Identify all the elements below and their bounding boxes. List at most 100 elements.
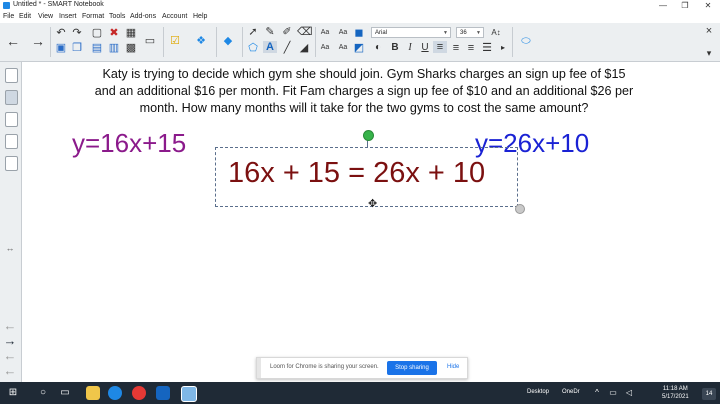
menu-add-ons[interactable]: Add-ons	[130, 13, 156, 20]
properties-tab-icon[interactable]	[5, 134, 18, 149]
gallery-icon[interactable]	[5, 90, 18, 105]
page-sorter-icon[interactable]	[5, 68, 18, 83]
menu-account[interactable]: Account	[162, 13, 187, 20]
equation-set-equal[interactable]: 16x + 15 = 26x + 10	[228, 157, 485, 190]
align-center-icon[interactable]: ≡	[449, 42, 463, 54]
problem-line-1: Katy is trying to decide which gym she s…	[102, 67, 626, 81]
minimize-button[interactable]: —	[652, 0, 674, 12]
stop-sharing-button[interactable]: Stop sharing	[387, 361, 437, 375]
network-icon[interactable]: ▭	[606, 387, 620, 399]
menu-insert[interactable]: Insert	[59, 13, 77, 20]
creative-pen-icon[interactable]: ✐	[280, 26, 294, 38]
notification-message: Loom for Chrome is sharing your screen.	[270, 364, 379, 370]
text-style-1[interactable]: Aa	[318, 27, 332, 39]
attachments-icon[interactable]	[5, 112, 18, 127]
sidebar-next-icon[interactable]: ←	[3, 364, 17, 377]
hide-button[interactable]: Hide	[447, 364, 459, 370]
fill-icon[interactable]: ◢	[297, 42, 311, 54]
underline-button[interactable]: U	[418, 42, 432, 54]
highlight-icon[interactable]: ◩	[352, 42, 366, 54]
screen-shade-icon[interactable]: ▩	[124, 42, 138, 54]
chevron-down-icon: ▼	[476, 30, 481, 36]
menu-view[interactable]: View	[38, 13, 53, 20]
align-right-icon[interactable]: ≡	[464, 42, 478, 54]
sidebar-forward-icon[interactable]: →	[3, 334, 17, 347]
move-cursor-icon: ✥	[368, 198, 378, 210]
sidebar-prev-icon[interactable]: ←	[3, 349, 17, 362]
text-tool-icon[interactable]: A	[263, 41, 277, 53]
align-left-icon[interactable]: ≡	[433, 41, 447, 53]
line-icon[interactable]: ╱	[280, 42, 294, 54]
delete-icon[interactable]: ✖	[107, 27, 121, 39]
table-icon[interactable]: ▦	[124, 27, 138, 39]
add-page-icon[interactable]: ▣	[54, 42, 68, 54]
shapes-icon[interactable]: ⬠	[246, 42, 260, 54]
save-icon[interactable]: ▤	[90, 42, 104, 54]
text-fill-icon[interactable]: ◐	[371, 42, 385, 54]
notification-drag-bar[interactable]	[257, 358, 261, 378]
resize-handle-icon[interactable]: ↔	[3, 242, 17, 254]
notification-center-icon[interactable]: 14	[702, 388, 716, 400]
problem-text[interactable]: Katy is trying to decide which gym she s…	[44, 66, 684, 117]
problem-line-2: and an additional $16 per month. Fit Fam…	[94, 84, 634, 98]
search-icon[interactable]: ○	[36, 387, 50, 399]
redo-icon[interactable]: ↷	[70, 27, 84, 39]
font-name-select[interactable]: Arial ▼	[371, 27, 451, 38]
sidebar: ↔ ← → ← ←	[0, 62, 22, 382]
menu-tools[interactable]: Tools	[109, 13, 125, 20]
onedrive-label[interactable]: OneDr	[562, 389, 580, 395]
copy-icon[interactable]: ❐	[70, 42, 84, 54]
font-grow-icon[interactable]: A↕	[489, 27, 503, 39]
menu-edit[interactable]: Edit	[19, 13, 31, 20]
smart-notebook-icon	[3, 2, 10, 9]
clock[interactable]: 11:18 AM 5/17/2021	[662, 385, 689, 401]
chrome-icon[interactable]	[132, 386, 146, 400]
rotation-handle[interactable]	[363, 130, 374, 141]
response-icon[interactable]: ☑	[168, 35, 182, 47]
menu-file[interactable]: File	[3, 13, 14, 20]
text-style-4[interactable]: Aa	[336, 42, 350, 54]
add-ons-tab-icon[interactable]	[5, 156, 18, 171]
text-color-icon[interactable]: ◼	[352, 27, 366, 39]
chevron-down-icon: ▼	[443, 30, 448, 36]
desktop-label[interactable]: Desktop	[527, 389, 549, 395]
bold-button[interactable]: B	[388, 42, 402, 54]
italic-button[interactable]: I	[403, 42, 417, 54]
eraser-icon[interactable]: ⌫	[297, 26, 313, 38]
file-explorer-icon[interactable]	[86, 386, 100, 400]
add-ons-icon[interactable]: ❖	[194, 35, 208, 47]
select-icon[interactable]: ➚	[246, 26, 260, 38]
close-button[interactable]: ✕	[697, 0, 719, 12]
text-style-3[interactable]: Aa	[318, 42, 332, 54]
pen-icon[interactable]: ✎	[263, 26, 277, 38]
display-icon[interactable]: ▭	[143, 35, 157, 47]
open-icon[interactable]: ▢	[90, 27, 104, 39]
menu-help[interactable]: Help	[193, 13, 207, 20]
outlook-icon[interactable]	[156, 386, 170, 400]
show-hidden-icons-icon[interactable]: ^	[590, 387, 604, 399]
toolbar-expand-icon[interactable]: ▾	[702, 47, 716, 59]
smart-notebook-taskbar-icon[interactable]	[181, 386, 197, 402]
volume-icon[interactable]: ◁	[622, 387, 636, 399]
list-icon[interactable]: ☰	[480, 42, 494, 54]
undo-icon[interactable]: ↶	[54, 27, 68, 39]
maximize-button[interactable]: ❐	[674, 0, 696, 12]
resize-handle[interactable]	[515, 204, 525, 214]
close-toolbar-icon[interactable]: ×	[702, 25, 716, 37]
measurement-tools-icon[interactable]: ◆	[221, 35, 235, 47]
font-size-select[interactable]: 36 ▼	[456, 27, 484, 38]
paste-icon[interactable]: ▥	[107, 42, 121, 54]
properties-icon[interactable]: ⬭	[519, 35, 533, 47]
font-name-value: Arial	[375, 30, 388, 36]
text-style-2[interactable]: Aa	[336, 27, 350, 39]
more-icon[interactable]: ▸	[496, 42, 510, 54]
menu-format[interactable]: Format	[82, 13, 104, 20]
task-view-icon[interactable]: ▭	[58, 387, 72, 399]
previous-page-icon[interactable]: ←	[6, 34, 20, 48]
sidebar-back-icon[interactable]: ←	[3, 319, 17, 332]
windows-start-icon[interactable]: ⊞	[6, 387, 20, 399]
problem-line-3: month. How many months will it take for …	[139, 101, 589, 115]
next-page-icon[interactable]: →	[31, 34, 45, 48]
equation-gym-sharks[interactable]: y=16x+15	[72, 128, 186, 159]
edge-icon[interactable]	[108, 386, 122, 400]
